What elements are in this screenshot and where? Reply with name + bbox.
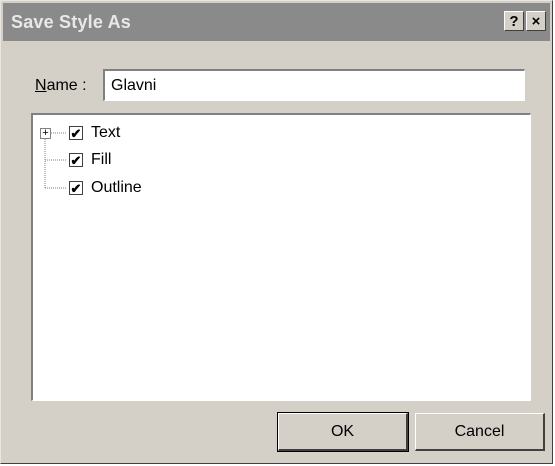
name-label-rest: ame :	[46, 77, 87, 94]
cancel-button[interactable]: Cancel	[415, 413, 545, 451]
help-button[interactable]: ?	[504, 11, 524, 31]
save-style-as-dialog: Save Style As ? × Name : + ✔ Text ✔ Fill…	[0, 0, 553, 464]
tree-item-label: Text	[91, 124, 121, 141]
tree-item-outline[interactable]: ✔ Outline	[69, 179, 142, 197]
checkbox-fill[interactable]: ✔	[69, 153, 83, 167]
name-input[interactable]	[103, 69, 525, 101]
style-properties-tree: + ✔ Text ✔ Fill ✔ Outline	[31, 113, 531, 401]
title-bar[interactable]: Save Style As ? ×	[3, 3, 550, 41]
tree-item-label: Outline	[91, 179, 142, 196]
name-label-mnemonic: N	[35, 77, 47, 94]
expand-icon[interactable]: +	[40, 128, 51, 139]
dialog-title: Save Style As	[11, 12, 132, 32]
checkbox-text[interactable]: ✔	[69, 126, 83, 140]
tree-item-text[interactable]: ✔ Text	[69, 124, 120, 142]
close-button[interactable]: ×	[526, 11, 546, 31]
checkbox-outline[interactable]: ✔	[69, 181, 83, 195]
ok-button[interactable]: OK	[277, 412, 409, 452]
name-label: Name :	[35, 77, 87, 95]
tree-item-fill[interactable]: ✔ Fill	[69, 151, 111, 169]
tree-item-label: Fill	[91, 151, 112, 168]
